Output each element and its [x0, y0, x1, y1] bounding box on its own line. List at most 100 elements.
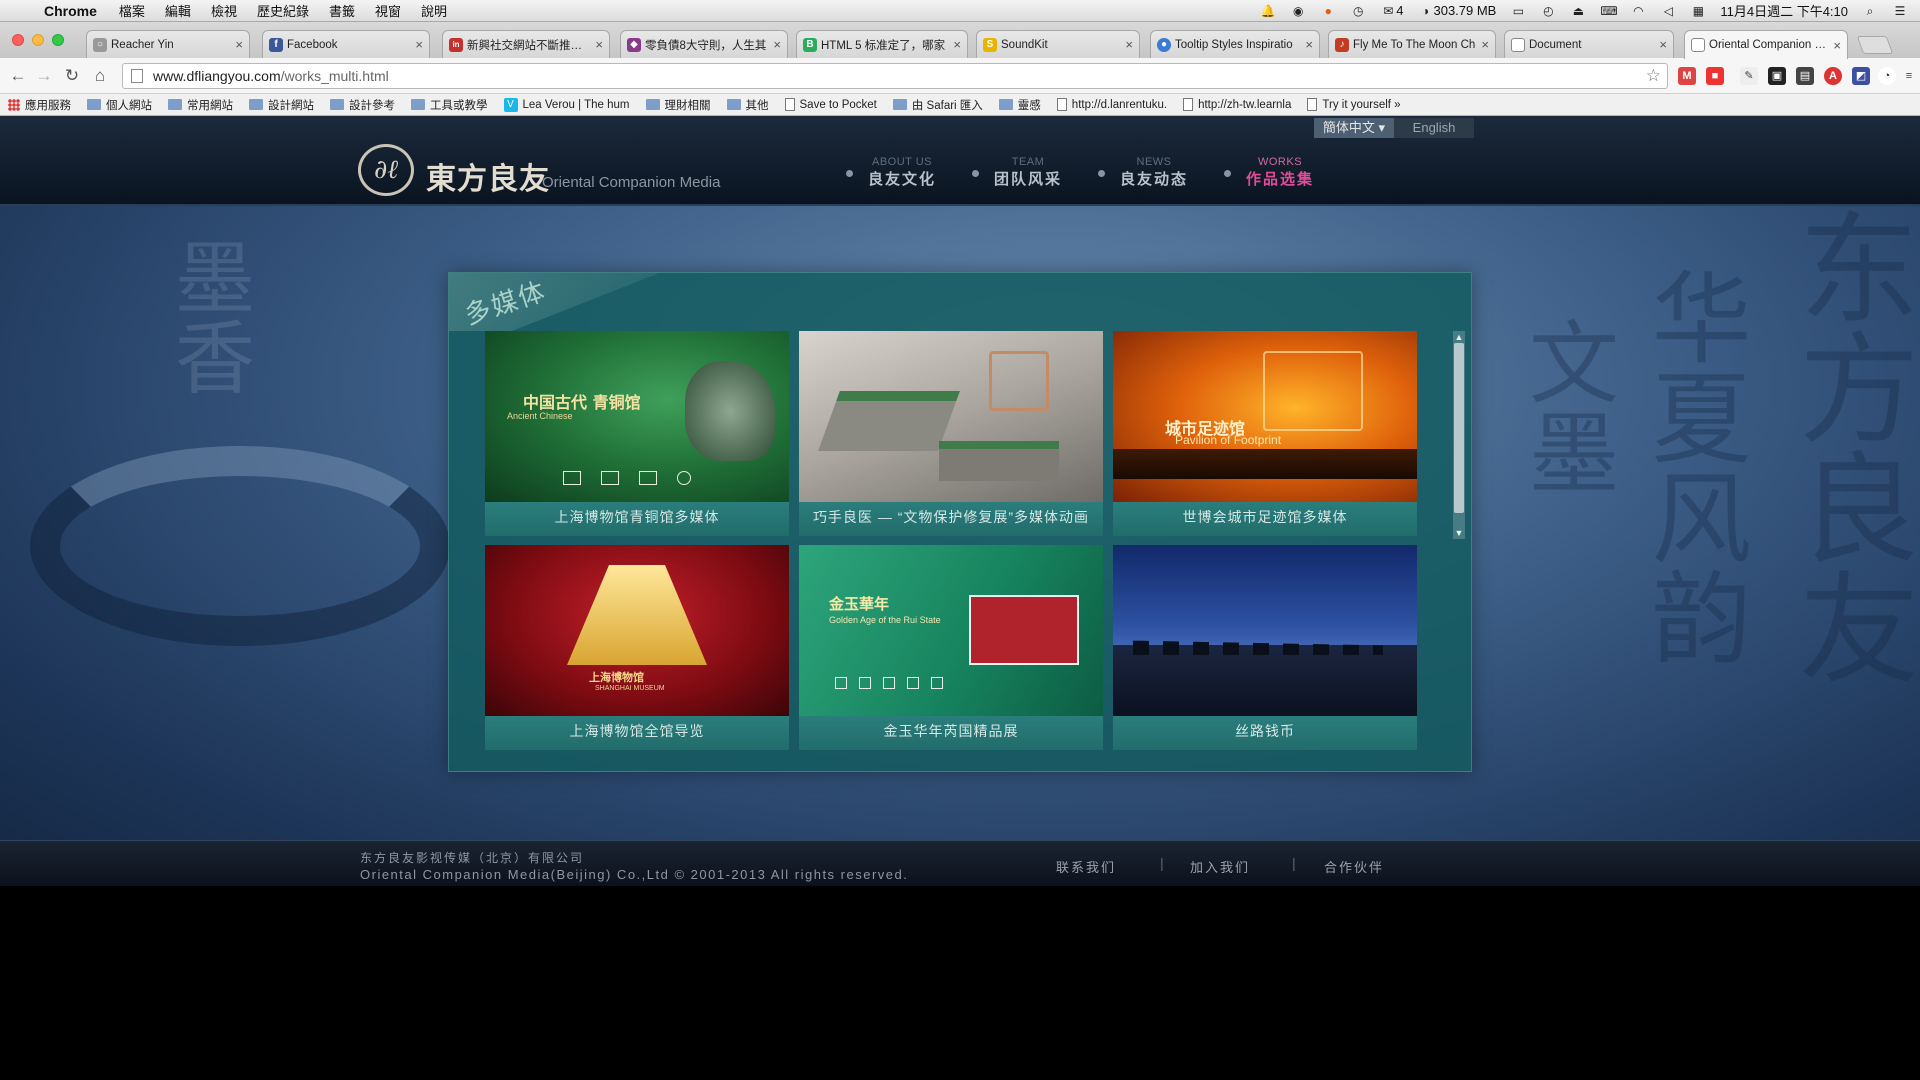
clock-check-icon[interactable]: ◷ — [1350, 4, 1366, 18]
tab-close-icon[interactable]: × — [953, 37, 961, 52]
language-english[interactable]: English — [1394, 118, 1474, 138]
tab-html5[interactable]: B HTML 5 标准定了，哪家 × — [796, 30, 968, 58]
app-menu-chrome[interactable]: Chrome — [44, 3, 97, 19]
screen-capture-icon[interactable]: ◩ — [1852, 67, 1870, 85]
chrome-menu-icon[interactable]: ≡ — [1900, 67, 1918, 85]
input-method-icon[interactable]: ⌨ — [1600, 4, 1617, 18]
volume-icon[interactable]: ◁ — [1660, 4, 1676, 18]
back-arrow-icon[interactable]: ← — [8, 66, 28, 86]
reload-icon[interactable]: ↻ — [62, 66, 82, 86]
work-card-bronze[interactable]: 中国古代 青铜馆 Ancient Chinese 上海博物馆青铜馆多媒体 — [485, 331, 789, 536]
menu-bookmarks[interactable]: 書籤 — [329, 1, 355, 20]
window-close-button[interactable] — [12, 34, 24, 46]
time-machine-icon[interactable]: ◴ — [1540, 4, 1556, 18]
bookmark-folder[interactable]: 由 Safari 匯入 — [892, 97, 983, 113]
site-logo-en[interactable]: Oriental Companion Media — [542, 174, 720, 191]
work-caption[interactable]: 金玉华年芮国精品展 — [799, 716, 1103, 750]
bookmark-lea-verou[interactable]: V Lea Verou | The hum — [503, 97, 630, 112]
window-zoom-button[interactable] — [52, 34, 64, 46]
eject-icon[interactable]: ⏏ — [1570, 4, 1586, 18]
bookmark-folder[interactable]: 常用網站 — [168, 97, 233, 113]
work-thumbnail[interactable]: 城市足迹馆 Pavilion of Footprint — [1113, 331, 1417, 502]
tab-document[interactable]: Document × — [1504, 30, 1674, 58]
menu-history[interactable]: 歷史紀錄 — [257, 1, 309, 20]
clock-extension-icon[interactable]: ◔ — [1878, 67, 1896, 85]
search-icon[interactable]: ⌕ — [1862, 4, 1878, 18]
grid-extension-icon[interactable]: ▤ — [1796, 67, 1814, 85]
bookmark-folder[interactable]: 設計參考 — [330, 97, 395, 113]
scroll-up-icon[interactable]: ▲ — [1453, 331, 1465, 343]
work-thumbnail[interactable]: 金玉華年 Golden Age of the Rui State — [799, 545, 1103, 716]
address-bar[interactable]: www.dfliangyou.com/works_multi.html ☆ — [122, 63, 1668, 89]
nav-team[interactable]: TEAM 团队风采 — [972, 156, 1062, 189]
menu-help[interactable]: 說明 — [421, 1, 447, 20]
work-caption[interactable]: 世博会城市足迹馆多媒体 — [1113, 502, 1417, 536]
tab-reacher-yin[interactable]: ○ Reacher Yin × — [86, 30, 250, 58]
bookmark-link[interactable]: http://zh-tw.learnla — [1183, 98, 1291, 111]
bookmark-link[interactable]: http://d.lanrentuku. — [1056, 98, 1167, 111]
bookmark-folder[interactable]: 靈感 — [998, 97, 1041, 113]
tab-soundkit[interactable]: S SoundKit × — [976, 30, 1140, 58]
bookmark-folder[interactable]: 其他 — [726, 97, 769, 113]
work-card-expo[interactable]: 城市足迹馆 Pavilion of Footprint 世博会城市足迹馆多媒体 — [1113, 331, 1417, 536]
bookmark-star-icon[interactable]: ☆ — [1646, 66, 1661, 86]
clock[interactable]: 11月4日週二 下午4:10 — [1720, 1, 1848, 20]
scrollbar-thumb[interactable] — [1454, 343, 1464, 513]
site-logo-cn[interactable]: 東方良友 — [426, 154, 550, 198]
forward-arrow-icon[interactable]: → — [34, 66, 54, 86]
tab-close-icon[interactable]: × — [235, 37, 243, 52]
menu-edit[interactable]: 編輯 — [165, 1, 191, 20]
work-thumbnail[interactable] — [799, 331, 1103, 502]
menu-view[interactable]: 檢視 — [211, 1, 237, 20]
menu-file[interactable]: 檔案 — [119, 1, 145, 20]
tab-facebook[interactable]: f Facebook × — [262, 30, 430, 58]
memory-monitor[interactable]: ◑ 303.79 MB — [1417, 3, 1497, 18]
work-card-restoration[interactable]: 巧手良医 — “文物保护修复展”多媒体动画 — [799, 331, 1103, 536]
bookmark-try-it-yourself[interactable]: Try it yourself » — [1307, 98, 1401, 111]
tab-finance[interactable]: ◆ 零負債8大守則，人生其 × — [620, 30, 788, 58]
works-scrollbar[interactable]: ▲ ▼ — [1453, 331, 1465, 539]
nav-works[interactable]: WORKS 作品选集 — [1224, 156, 1314, 189]
footer-link-join[interactable]: 加入我们 — [1190, 857, 1250, 876]
home-icon[interactable]: ⌂ — [90, 66, 110, 86]
work-thumbnail[interactable]: 上海博物馆 SHANGHAI MUSEUM — [485, 545, 789, 716]
new-tab-button[interactable] — [1856, 36, 1894, 54]
eyedropper-icon[interactable]: ✎ — [1740, 67, 1758, 85]
tab-close-icon[interactable]: × — [595, 37, 603, 52]
notification-center-icon[interactable]: ☰ — [1892, 4, 1908, 18]
window-minimize-button[interactable] — [32, 34, 44, 46]
flag-icon[interactable]: ▦ — [1690, 4, 1706, 18]
sync-icon[interactable]: ● — [1320, 4, 1336, 18]
tab-oriental-companion[interactable]: Oriental Companion Me × — [1684, 30, 1848, 59]
tab-fly-me-to-the-moon[interactable]: ♪ Fly Me To The Moon Ch × — [1328, 30, 1496, 58]
footer-link-contact[interactable]: 联系我们 — [1056, 857, 1116, 876]
window-extension-icon[interactable]: ▣ — [1768, 67, 1786, 85]
tab-close-icon[interactable]: × — [1481, 37, 1489, 52]
work-thumbnail[interactable] — [1113, 545, 1417, 716]
work-caption[interactable]: 上海博物馆全馆导览 — [485, 716, 789, 750]
wifi-icon[interactable]: ◠ — [1630, 4, 1646, 18]
work-caption[interactable]: 巧手良医 — “文物保护修复展”多媒体动画 — [799, 502, 1103, 536]
scroll-down-icon[interactable]: ▼ — [1453, 527, 1465, 539]
tab-social-news[interactable]: in 新興社交網站不斷推出， × — [442, 30, 610, 58]
bookmark-save-to-pocket[interactable]: Save to Pocket — [784, 98, 877, 111]
site-logo-mark[interactable]: ∂ℓ — [358, 144, 414, 196]
tab-close-icon[interactable]: × — [1659, 37, 1667, 52]
bookmark-folder[interactable]: 工具或教學 — [411, 97, 488, 113]
nav-about[interactable]: ABOUT US 良友文化 — [846, 156, 936, 189]
work-caption[interactable]: 上海博物馆青铜馆多媒体 — [485, 502, 789, 536]
work-card-rui-state[interactable]: 金玉華年 Golden Age of the Rui State 金玉华年芮国精… — [799, 545, 1103, 750]
footer-link-partners[interactable]: 合作伙伴 — [1324, 857, 1384, 876]
bookmark-apps[interactable]: 應用服務 — [8, 97, 71, 113]
red-extension-icon[interactable]: ■ — [1706, 67, 1724, 85]
airplay-icon[interactable]: ▭ — [1510, 4, 1526, 18]
menu-window[interactable]: 視窗 — [375, 1, 401, 20]
tab-close-icon[interactable]: × — [1305, 37, 1313, 52]
line-icon[interactable]: ◉ — [1290, 4, 1306, 18]
work-card-museum-guide[interactable]: 上海博物馆 SHANGHAI MUSEUM 上海博物馆全馆导览 — [485, 545, 789, 750]
gmail-icon[interactable]: M — [1678, 67, 1696, 85]
work-card-silk-road[interactable]: 丝路钱币 — [1113, 545, 1417, 750]
bookmark-folder[interactable]: 理財相關 — [645, 97, 711, 113]
nav-news[interactable]: NEWS 良友动态 — [1098, 156, 1188, 189]
bell-icon[interactable]: 🔔 — [1260, 4, 1276, 18]
